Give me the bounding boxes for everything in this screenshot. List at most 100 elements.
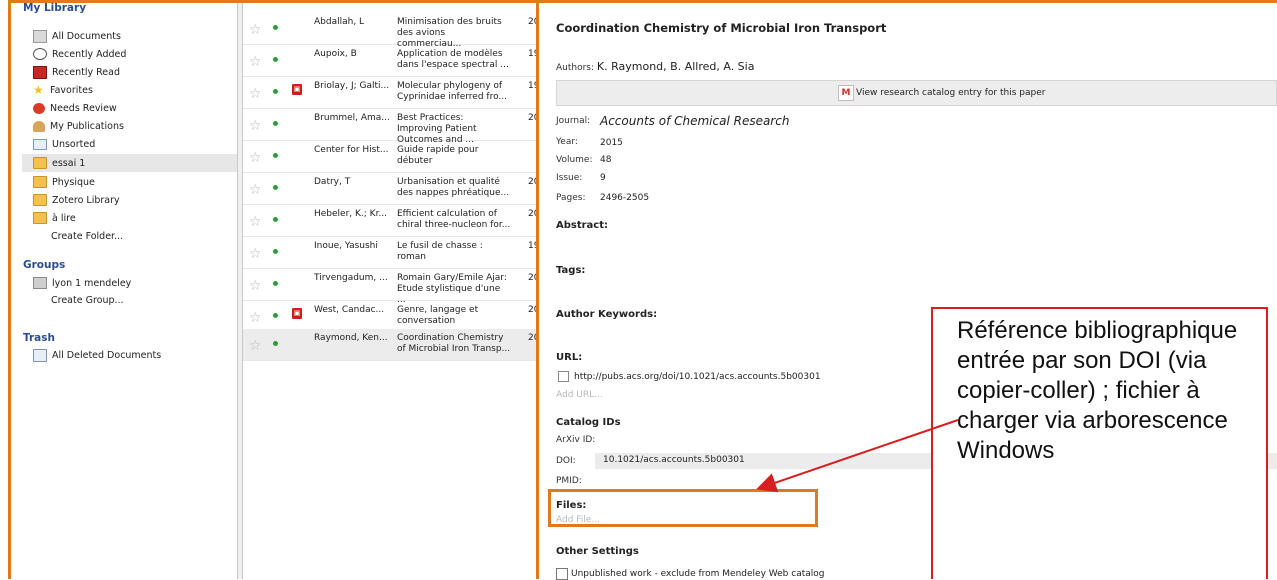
sidebar-item-my-publications[interactable]: My Publications bbox=[33, 117, 233, 135]
table-row-selected[interactable]: ☆ Raymond, Ken... Coordination Chemistry… bbox=[243, 329, 536, 361]
journal-value[interactable]: Accounts of Chemical Research bbox=[600, 114, 789, 128]
author-cell: Abdallah, L bbox=[314, 17, 365, 27]
author-cell: Tirvengadum, ... bbox=[314, 273, 388, 283]
orange-frame-left bbox=[8, 0, 11, 579]
book-icon bbox=[33, 65, 47, 79]
sidebar-item-all-deleted-documents[interactable]: All Deleted Documents bbox=[33, 346, 233, 364]
sidebar-item-recently-read[interactable]: Recently Read bbox=[33, 63, 233, 81]
journal-label: Journal: bbox=[556, 116, 591, 126]
favorite-star-icon[interactable]: ☆ bbox=[249, 183, 262, 197]
pages-label: Pages: bbox=[556, 193, 586, 203]
document-title[interactable]: Coordination Chemistry of Microbial Iron… bbox=[556, 21, 886, 35]
favorite-star-icon[interactable]: ☆ bbox=[249, 87, 262, 101]
sidebar-item-needs-review[interactable]: Needs Review bbox=[33, 99, 233, 117]
document-list: ☆ Abdallah, L Minimisation des bruits de… bbox=[243, 3, 536, 579]
favorite-star-icon[interactable]: ☆ bbox=[249, 23, 262, 37]
pmid-label: PMID: bbox=[556, 476, 582, 486]
unpublished-option[interactable]: Unpublished work - exclude from Mendeley… bbox=[556, 568, 824, 580]
unread-dot-icon bbox=[273, 57, 278, 62]
pages-value[interactable]: 2496-2505 bbox=[600, 193, 649, 203]
author-cell: Raymond, Ken... bbox=[314, 333, 388, 343]
title-cell: Genre, langage et conversation bbox=[397, 305, 479, 326]
unsorted-icon bbox=[33, 138, 47, 150]
library-sidebar: My Library All Documents Recently Added … bbox=[11, 2, 248, 579]
url-entry[interactable]: http://pubs.acs.org/doi/10.1021/acs.acco… bbox=[558, 371, 821, 382]
trash-heading: Trash bbox=[23, 332, 55, 344]
sidebar-item-zotero-library[interactable]: Zotero Library bbox=[33, 191, 233, 209]
view-catalog-button[interactable]: M View research catalog entry for this p… bbox=[556, 80, 1277, 106]
favorite-star-icon[interactable]: ☆ bbox=[249, 279, 262, 293]
title-cell: Urbanisation et qualité des nappes phréa… bbox=[397, 177, 510, 198]
volume-value[interactable]: 48 bbox=[600, 155, 611, 165]
needs-review-icon bbox=[33, 102, 45, 114]
author-cell: Datry, T bbox=[314, 177, 351, 187]
sidebar-item-label: Recently Read bbox=[52, 66, 120, 78]
year-cell: 19 bbox=[528, 49, 536, 59]
sidebar-item-physique[interactable]: Physique bbox=[33, 173, 233, 191]
favorite-star-icon[interactable]: ☆ bbox=[249, 339, 262, 353]
authors-field[interactable]: Authors: K. Raymond, B. Allred, A. Sia bbox=[556, 60, 754, 73]
authors-label: Authors: bbox=[556, 63, 595, 73]
sidebar-item-unsorted[interactable]: Unsorted bbox=[33, 135, 233, 153]
author-cell: West, Candac... bbox=[314, 305, 385, 315]
sidebar-item-recently-added[interactable]: Recently Added bbox=[33, 45, 233, 63]
year-cell: 20 bbox=[528, 333, 536, 343]
sidebar-item-a-lire[interactable]: à lire bbox=[33, 209, 233, 227]
table-row[interactable]: ☆ Abdallah, L Minimisation des bruits de… bbox=[243, 13, 536, 49]
sidebar-item-label: à lire bbox=[52, 212, 76, 224]
unread-dot-icon bbox=[273, 153, 278, 158]
favorite-star-icon[interactable]: ☆ bbox=[249, 119, 262, 133]
sidebar-item-label: All Documents bbox=[52, 30, 121, 42]
favorite-star-icon[interactable]: ☆ bbox=[249, 247, 262, 261]
favorite-star-icon[interactable]: ☆ bbox=[249, 311, 262, 325]
unread-dot-icon bbox=[273, 313, 278, 318]
table-row[interactable]: ☆ Brummel, Ama... Best Practices: Improv… bbox=[243, 109, 536, 145]
author-cell: Brummel, Ama... bbox=[314, 113, 390, 123]
sidebar-item-lyon-1-mendeley[interactable]: lyon 1 mendeley bbox=[33, 274, 233, 292]
favorite-star-icon[interactable]: ☆ bbox=[249, 151, 262, 165]
folder-icon bbox=[33, 194, 47, 206]
sidebar-item-favorites[interactable]: ★ Favorites bbox=[33, 81, 233, 99]
unpublished-label: Unpublished work - exclude from Mendeley… bbox=[571, 569, 825, 579]
title-cell: Coordination Chemistry of Microbial Iron… bbox=[397, 333, 511, 354]
add-url-link[interactable]: Add URL... bbox=[556, 390, 603, 400]
create-group-link[interactable]: Create Group... bbox=[51, 295, 124, 306]
author-keywords-heading: Author Keywords: bbox=[556, 309, 658, 320]
favorite-star-icon[interactable]: ☆ bbox=[249, 215, 262, 229]
unread-dot-icon bbox=[273, 121, 278, 126]
favorite-star-icon[interactable]: ☆ bbox=[249, 55, 262, 69]
authors-value[interactable]: K. Raymond, B. Allred, A. Sia bbox=[597, 60, 755, 73]
year-cell: 20 bbox=[528, 209, 536, 219]
unpublished-checkbox[interactable] bbox=[556, 568, 568, 580]
sidebar-item-label: All Deleted Documents bbox=[52, 349, 162, 361]
author-cell: Hebeler, K.; Kr... bbox=[314, 209, 388, 219]
orange-frame-top-overlay bbox=[8, 0, 1277, 3]
year-cell: 20 bbox=[528, 113, 536, 123]
sidebar-item-label: Needs Review bbox=[50, 102, 117, 114]
unread-dot-icon bbox=[273, 25, 278, 30]
table-row[interactable]: ☆ Datry, T Urbanisation et qualité des n… bbox=[243, 173, 536, 205]
sidebar-item-essai-1[interactable]: essai 1 bbox=[22, 154, 248, 172]
year-cell: 20 bbox=[528, 177, 536, 187]
issue-value[interactable]: 9 bbox=[600, 173, 606, 183]
table-row[interactable]: ☆ ▣ Briolay, J; Galti... Molecular phylo… bbox=[243, 77, 536, 109]
table-row[interactable]: ☆ Center for Hist... Guide rapide pour d… bbox=[243, 141, 536, 173]
my-library-heading: My Library bbox=[23, 2, 87, 14]
title-cell: Application de modèles dans l'espace spe… bbox=[397, 49, 509, 70]
url-value[interactable]: http://pubs.acs.org/doi/10.1021/acs.acco… bbox=[574, 372, 821, 382]
person-icon bbox=[33, 120, 45, 132]
star-icon: ★ bbox=[33, 83, 44, 97]
table-row[interactable]: ☆ Aupoix, B Application de modèles dans … bbox=[243, 45, 536, 77]
year-value[interactable]: 2015 bbox=[600, 138, 623, 148]
pdf-icon[interactable]: ▣ bbox=[292, 84, 302, 95]
table-row[interactable]: ☆ Tirvengadum, ... Romain Gary/Emile Aja… bbox=[243, 269, 536, 305]
clock-icon bbox=[33, 48, 47, 60]
table-row[interactable]: ☆ Inoue, Yasushi Le fusil de chasse : ro… bbox=[243, 237, 536, 269]
table-row[interactable]: ☆ Hebeler, K.; Kr... Efficient calculati… bbox=[243, 205, 536, 237]
pdf-icon[interactable]: ▣ bbox=[292, 308, 302, 319]
groups-heading: Groups bbox=[23, 259, 66, 271]
tags-heading: Tags: bbox=[556, 265, 586, 276]
sidebar-item-all-documents[interactable]: All Documents bbox=[33, 27, 233, 45]
create-folder-link[interactable]: Create Folder... bbox=[51, 231, 123, 242]
callout-text: Référence bibliographique entrée par son… bbox=[957, 317, 1238, 464]
